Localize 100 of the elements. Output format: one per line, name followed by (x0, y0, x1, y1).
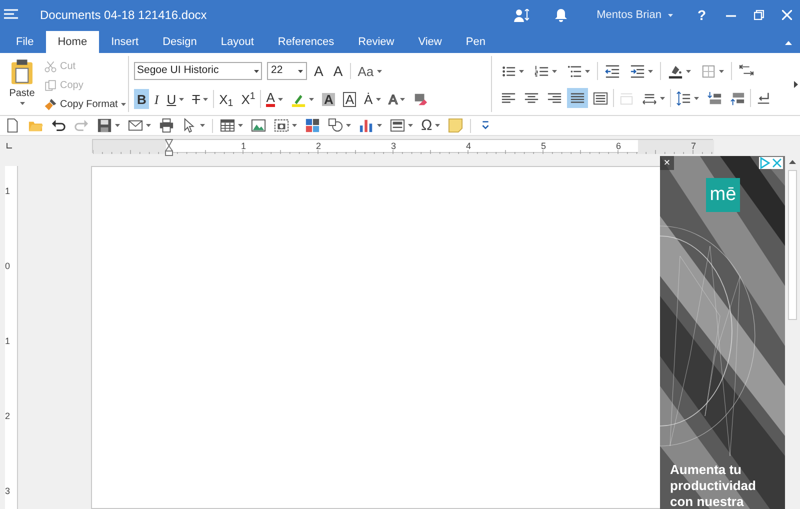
ruler-number: 1 (5, 186, 10, 196)
justify-icon (570, 90, 585, 106)
font-name-field[interactable]: Segoe UI Historic (134, 62, 262, 80)
caret-icon (298, 70, 303, 72)
textbox-button[interactable] (389, 116, 414, 134)
bold-button[interactable]: B (134, 89, 150, 109)
ruler-number: 0 (5, 261, 10, 271)
ribbon-tab[interactable]: Review (346, 31, 406, 53)
shrink-button[interactable]: A (330, 61, 346, 81)
save-button[interactable] (96, 116, 121, 134)
ruler-number: 2 (316, 141, 322, 151)
justify-button[interactable] (567, 88, 588, 108)
caret-icon (435, 124, 440, 127)
ribbon-tab[interactable]: Design (150, 31, 209, 53)
spacing-icon (619, 90, 634, 106)
window-title: Documents 04-18 121416.docx (40, 7, 207, 24)
ribbon-tab[interactable]: Insert (99, 31, 151, 53)
camera-button[interactable] (273, 116, 298, 134)
text-direction-icon (739, 64, 754, 78)
ribbon-tab[interactable]: References (266, 31, 346, 53)
line-break-icon (756, 90, 771, 106)
shapes-button[interactable] (327, 116, 352, 134)
ruler-number: 1 (5, 336, 10, 346)
superscript-button[interactable]: X$^{1}$ (238, 89, 258, 109)
ribbon-tab[interactable]: Home (46, 31, 100, 53)
borders-icon (701, 64, 716, 78)
redo-icon (74, 118, 89, 133)
multilevel-list-icon (567, 64, 582, 78)
increase-indent-icon (630, 64, 645, 78)
outline-button[interactable]: A (386, 89, 408, 109)
decrease-indent-icon (605, 64, 620, 78)
caret-icon (146, 124, 151, 127)
help-button[interactable]: ? (697, 4, 706, 26)
caret-icon (254, 70, 259, 72)
tiles-button[interactable] (304, 116, 321, 134)
underline-button[interactable]: U (164, 89, 188, 109)
caret-icon (376, 70, 382, 72)
caret-icon (20, 102, 24, 105)
ad-logo: mē (706, 178, 740, 212)
caret-icon (585, 70, 590, 72)
image-button[interactable] (250, 116, 267, 134)
grow-button[interactable]: A (311, 61, 326, 81)
ruler-number: 2 (5, 411, 10, 421)
caret-icon (120, 102, 126, 106)
caret-icon (292, 124, 297, 127)
horizontal-ruler[interactable]: 1 2 3 4 5 6 7 (92, 139, 713, 153)
emphasis-button[interactable]: Ȧ (361, 89, 384, 109)
ruler-number: 4 (466, 141, 472, 151)
case-button[interactable]: Aa (354, 61, 385, 81)
ad-headline: Aumenta tu productividad con nuestra (670, 462, 757, 509)
italic-button[interactable]: I (151, 89, 162, 109)
table-button[interactable] (219, 116, 244, 134)
ruler-number: 6 (616, 141, 622, 151)
eraser-icon (413, 92, 428, 106)
caret-icon (376, 98, 381, 100)
ribbon-tab[interactable]: Pen (454, 31, 498, 53)
vertical-ruler[interactable]: 1 0 1 2 3 (5, 166, 18, 509)
font-size-field[interactable]: 22 (267, 62, 307, 80)
print-button[interactable] (158, 116, 175, 134)
menu-icon[interactable] (4, 9, 18, 21)
ruler-number: 1 (241, 141, 246, 151)
caret-icon (200, 124, 205, 127)
shade-button[interactable]: A (318, 89, 338, 109)
scroll-up-icon[interactable] (789, 160, 796, 164)
bell-icon[interactable] (554, 8, 567, 22)
caret-icon (278, 98, 283, 100)
scroll-right-icon[interactable] (794, 80, 798, 88)
tab-stop-icon[interactable] (6, 143, 12, 149)
copy-icon (44, 78, 57, 92)
color-button[interactable]: A (263, 89, 286, 109)
ad-close-button[interactable]: × (660, 156, 674, 170)
caret-icon (694, 96, 699, 100)
restore-icon[interactable] (754, 10, 764, 20)
ribbon-tab[interactable]: File (4, 31, 46, 53)
align-left-icon (501, 90, 516, 106)
symbol-button[interactable]: Ω (420, 116, 442, 134)
tiles-icon (305, 118, 320, 133)
caret-icon (519, 70, 524, 72)
distributed-icon (593, 90, 608, 106)
user-menu[interactable]: Mentos Brian (596, 6, 674, 24)
ruler-number: 3 (391, 141, 396, 151)
bullet-list-icon (501, 64, 516, 78)
collapse-ribbon-icon[interactable] (785, 41, 792, 45)
people-swap-icon[interactable] (514, 8, 529, 22)
numbered-list-icon (534, 64, 549, 78)
line-spacing-icon (676, 90, 691, 106)
caret-icon (115, 124, 120, 127)
caret-icon (346, 124, 351, 127)
strike-button[interactable]: T (189, 89, 212, 109)
ribbon-tab[interactable]: Layout (208, 31, 266, 53)
scrollbar-thumb[interactable] (788, 170, 797, 320)
clipboard-brush-button[interactable]: Copy Format (44, 96, 126, 112)
close-icon[interactable] (782, 10, 792, 20)
ribbon-tab[interactable]: View (406, 31, 454, 53)
paste-button[interactable]: Paste (8, 57, 36, 115)
ruler-number: 7 (691, 141, 696, 151)
caret-icon (377, 124, 382, 127)
subscript-button[interactable]: X$_{1}$ (216, 89, 236, 109)
indent-marker-icon[interactable] (165, 139, 173, 156)
align-right-icon (547, 90, 562, 106)
